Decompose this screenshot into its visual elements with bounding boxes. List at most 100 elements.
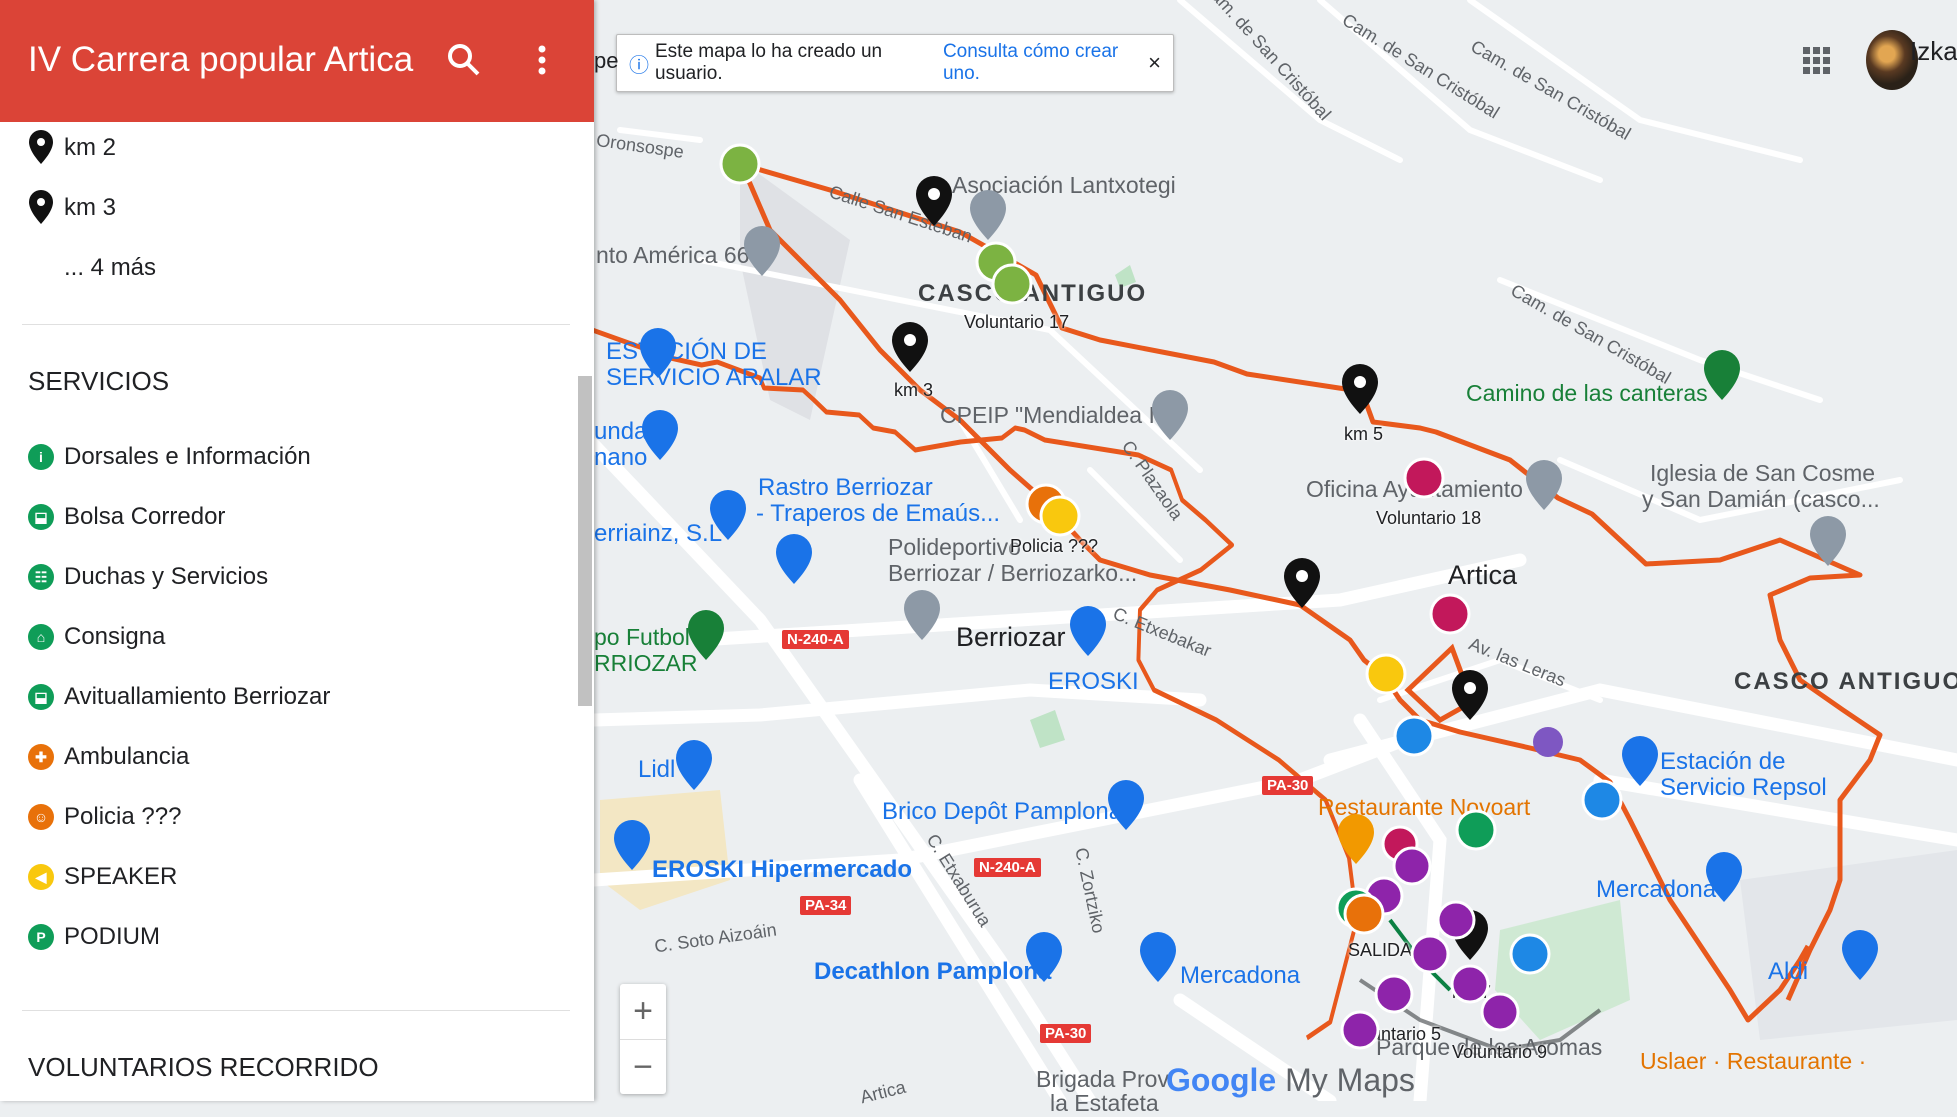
zoom-control: + −	[620, 984, 666, 1094]
service-icon: ✚	[28, 744, 54, 770]
marker-label: km 5	[1344, 424, 1384, 444]
service-label: Bolsa Corredor	[64, 503, 226, 530]
service-label: PODIUM	[64, 923, 160, 950]
service-item[interactable]: ⬓ Avituallamiento Berriozar	[28, 677, 330, 717]
service-item[interactable]: ⬓ Bolsa Corredor	[28, 497, 225, 537]
service-label: SPEAKER	[64, 863, 178, 890]
map-title[interactable]: IV Carrera popular Artica	[28, 40, 413, 80]
service-icon: P	[28, 924, 54, 950]
marker-label: km 3	[894, 380, 934, 400]
poi-label[interactable]: Brico Depôt Pamplona	[882, 798, 1122, 826]
service-label: Duchas y Servicios	[64, 563, 269, 590]
poi-label[interactable]: CPEIP "Mendialdea I"	[940, 402, 1163, 429]
poi-label[interactable]: Camino de las canteras	[1466, 380, 1708, 407]
poi-label[interactable]: Oficina Ayuntamiento	[1306, 476, 1523, 503]
service-icon: ⬓	[28, 684, 54, 710]
zoom-in-button[interactable]: +	[620, 984, 666, 1040]
divider	[22, 1010, 570, 1011]
services-section-title[interactable]: SERVICIOS	[28, 366, 169, 397]
poi-label[interactable]: Lidl	[638, 756, 675, 784]
pin-icon	[29, 130, 53, 164]
poi-label[interactable]: nto América 66	[596, 242, 749, 269]
marker-label: Voluntario 18	[1376, 508, 1482, 528]
service-label: Avituallamiento Berriozar	[64, 683, 331, 710]
poi-label[interactable]: Polideportivo	[888, 534, 1021, 561]
layer-item-label: km 3	[64, 194, 117, 221]
my-maps-wordmark: My Maps	[1285, 1062, 1415, 1098]
create-map-link[interactable]: Consulta cómo crear uno.	[943, 41, 1148, 85]
google-my-maps-logo: Google My Maps	[1166, 1062, 1415, 1099]
layer-item-km2[interactable]: km 2	[28, 128, 116, 168]
service-icon: ☺	[28, 804, 54, 830]
poi-label[interactable]: ESTACIÓN DE	[606, 338, 767, 366]
poi-label[interactable]: EROSKI Hipermercado	[652, 856, 912, 884]
service-item[interactable]: ◀ SPEAKER	[28, 857, 177, 897]
town-label: Artica	[1448, 560, 1518, 590]
area-label: CASCO ANTIGUO	[1734, 668, 1957, 695]
marker-label: Voluntario 9	[1452, 1042, 1548, 1062]
area-label: CASCO ANTIGUO	[918, 280, 1148, 307]
service-item[interactable]: i Dorsales e Información	[28, 437, 311, 477]
service-item[interactable]: ⌂ Consigna	[28, 617, 165, 657]
service-label: Ambulancia	[64, 743, 190, 770]
service-icon: ⬓	[28, 504, 54, 530]
apps-grid-icon[interactable]	[1802, 46, 1832, 76]
poi-label[interactable]: Restaurante Novoart	[1318, 794, 1530, 821]
poi-label[interactable]: Decathlon Pamplona	[814, 958, 1051, 986]
service-item[interactable]: ✚ Ambulancia	[28, 737, 189, 777]
show-more-link[interactable]: ... 4 más	[64, 248, 156, 288]
poi-label[interactable]: Mercadona	[1180, 962, 1300, 990]
service-item[interactable]: ☺ Policia ???	[28, 797, 181, 837]
road-shield: N-240-A	[782, 630, 849, 649]
poi-label[interactable]: Servicio Repsol	[1660, 774, 1827, 802]
zoom-out-button[interactable]: −	[620, 1040, 666, 1095]
poi-label[interactable]: y San Damián (casco...	[1642, 486, 1880, 513]
poi-label[interactable]: unda	[594, 418, 647, 446]
service-label: Consigna	[64, 623, 166, 650]
town-label: Berriozar	[956, 622, 1066, 652]
pin-icon	[29, 190, 53, 224]
panel-scrollbar[interactable]	[578, 376, 592, 706]
poi-label[interactable]: Estación de	[1660, 748, 1785, 776]
service-item[interactable]: ☷ Duchas y Servicios	[28, 557, 268, 597]
poi-label[interactable]: SERVICIO ARALAR	[606, 364, 822, 392]
close-icon[interactable]: ×	[1148, 50, 1161, 76]
poi-label[interactable]: Iglesia de San Cosme	[1650, 460, 1875, 487]
road-shield: PA-30	[1040, 1024, 1092, 1043]
user-name: Izkal	[1910, 36, 1957, 66]
poi-label[interactable]: EROSKI	[1048, 668, 1139, 696]
marker-label: Policia ???	[1010, 536, 1099, 556]
marker-label: SALIDA	[1348, 940, 1413, 960]
poi-label[interactable]: Asociación Lantxotegi	[952, 172, 1176, 199]
google-wordmark: Google	[1166, 1062, 1277, 1098]
poi-label[interactable]: Mercadona	[1596, 876, 1716, 904]
poi-label[interactable]: Rastro Berriozar	[758, 474, 933, 502]
poi-label[interactable]: - Traperos de Emaús...	[756, 500, 1000, 528]
layer-item-label: km 2	[64, 134, 117, 161]
poi-label[interactable]: Berriozar / Berriozarko...	[888, 560, 1137, 587]
map-legend-panel: IV Carrera popular Artica km 2 km 3 ... …	[0, 0, 594, 1101]
poi-label[interactable]: RRIOZAR	[594, 650, 698, 677]
poi-label[interactable]: erriainz, S.L	[594, 520, 722, 548]
poi-label[interactable]: po Futbol	[594, 624, 690, 651]
service-icon: ⌂	[28, 624, 54, 650]
panel-header: IV Carrera popular Artica	[0, 0, 594, 122]
search-icon[interactable]	[444, 40, 484, 80]
volunteers-section-title[interactable]: VOLUNTARIOS RECORRIDO	[28, 1052, 379, 1083]
road-shield: N-240-A	[974, 858, 1041, 877]
poi-label[interactable]: Uslaer · Restaurante ·	[1640, 1048, 1866, 1075]
poi-label[interactable]: nano	[594, 444, 647, 472]
info-icon: ⓘ	[629, 54, 649, 77]
service-item[interactable]: P PODIUM	[28, 917, 160, 957]
layer-item-km3[interactable]: km 3	[28, 188, 116, 228]
banner-text: Este mapa lo ha creado un usuario.	[655, 41, 883, 84]
poi-label[interactable]: la Estafeta	[1050, 1090, 1159, 1117]
road-shield: PA-34	[800, 896, 852, 915]
service-icon: ☷	[28, 564, 54, 590]
more-vert-icon[interactable]	[522, 40, 562, 80]
service-label: Policia ???	[64, 803, 182, 830]
poi-label[interactable]: Aldi	[1768, 958, 1808, 986]
info-banner: ⓘ Este mapa lo ha creado un usuario. Con…	[616, 34, 1174, 92]
service-icon: ◀	[28, 864, 54, 890]
poi-label[interactable]: Brigada Prov	[1036, 1066, 1169, 1093]
